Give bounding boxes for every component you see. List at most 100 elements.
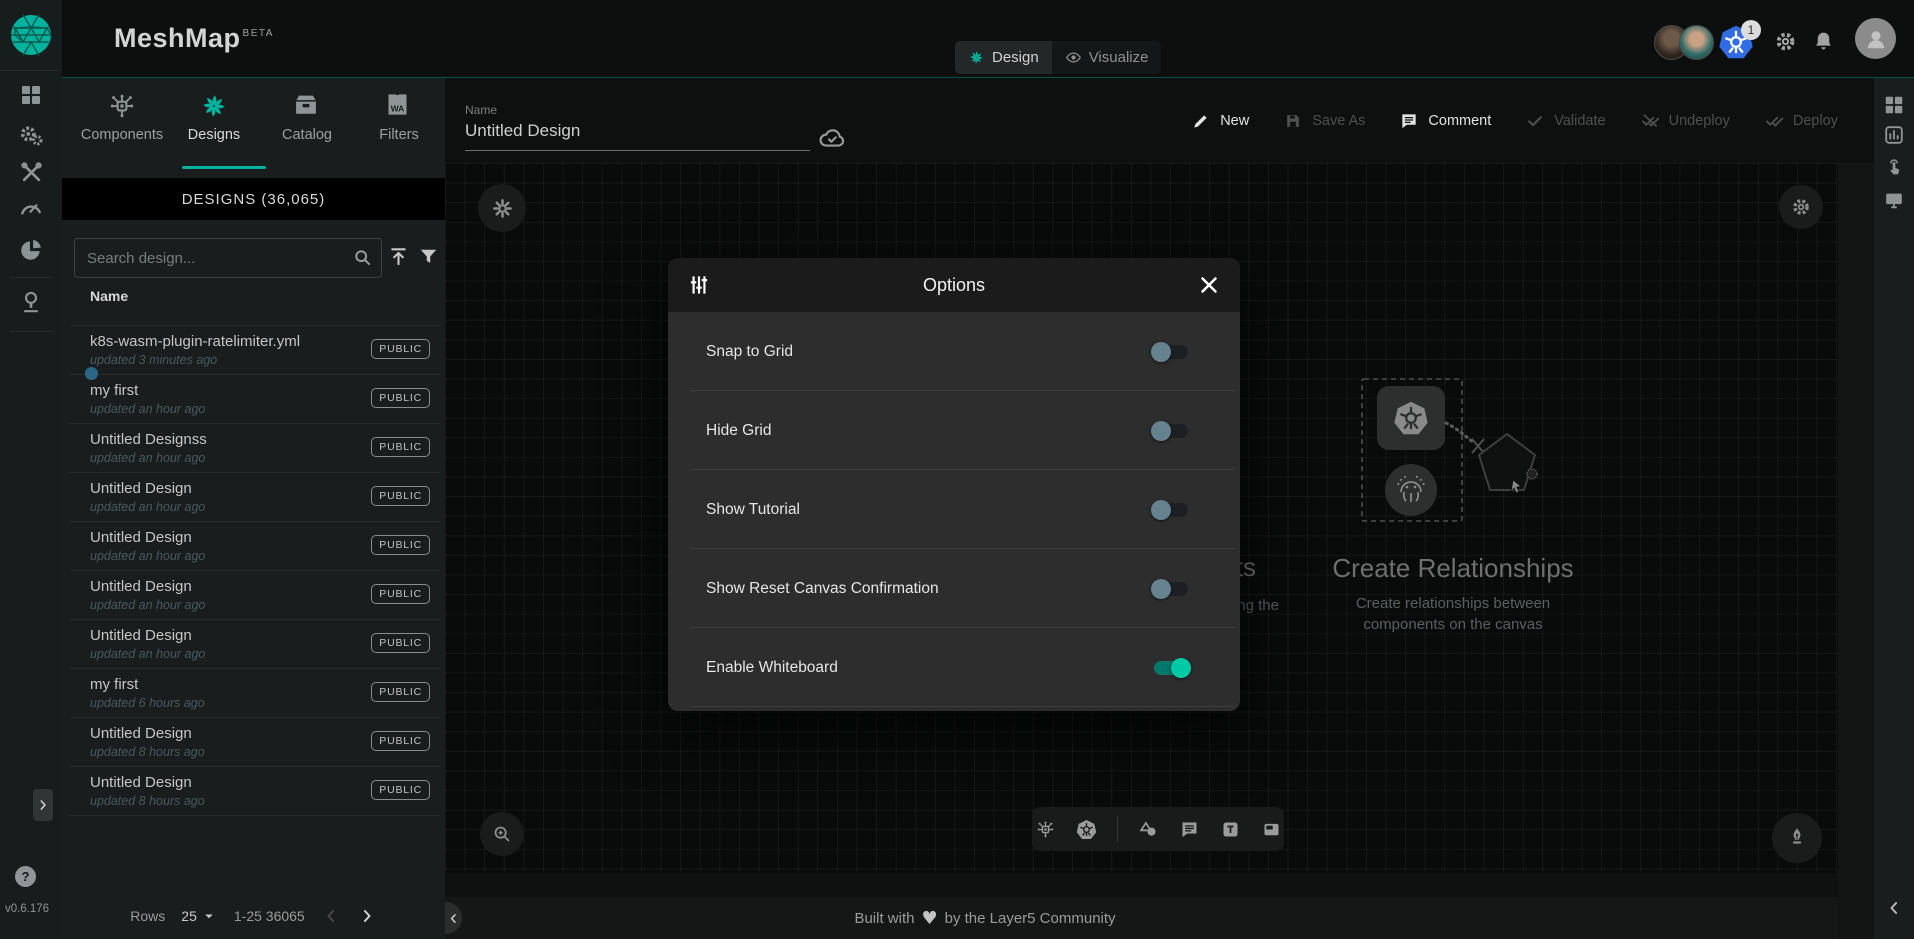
user-avatar[interactable] [1855, 18, 1896, 59]
canvas-dock [1032, 807, 1284, 851]
right-toolbar-touch-button[interactable] [1883, 156, 1905, 178]
design-row[interactable]: Untitled Design updated an hour ago PUBL… [70, 571, 440, 620]
visualize-mode-label: Visualize [1089, 49, 1149, 66]
options-modal-title: Options [712, 275, 1196, 296]
onboarding-heading: Create Relationships [1323, 553, 1583, 584]
tab-visualize-mode[interactable]: Visualize [1052, 41, 1162, 74]
sidebar-item-extensions[interactable] [15, 234, 47, 266]
rows-per-page-label: Rows [130, 908, 165, 924]
layer5-logo[interactable] [0, 0, 62, 71]
canvas-settings-button[interactable] [1779, 185, 1823, 229]
undeploy-icon [1640, 111, 1660, 131]
tab-filters[interactable]: Filters [353, 78, 445, 172]
tab-catalog[interactable]: Catalog [261, 78, 353, 172]
action-label: Comment [1428, 113, 1491, 129]
design-row[interactable]: Untitled Design updated an hour ago PUBL… [70, 620, 440, 669]
pencil-icon [1191, 111, 1211, 131]
design-name-input[interactable] [465, 121, 810, 151]
tab-label: Filters [353, 127, 445, 143]
right-toolbar-chart-button[interactable] [1883, 124, 1905, 146]
validate-button[interactable]: Validate [1525, 111, 1605, 131]
notifications-button[interactable] [1811, 29, 1836, 54]
tab-design-mode[interactable]: Design [955, 41, 1052, 74]
options-modal: Options Snap to Grid Hide Grid Show Tuto… [668, 258, 1240, 711]
collaborator-avatar-2[interactable] [1679, 25, 1714, 60]
design-row[interactable]: Untitled Design updated 8 hours ago PUBL… [70, 718, 440, 767]
tab-designs[interactable]: Designs [168, 78, 260, 172]
sidebar-item-dashboard[interactable] [15, 79, 47, 111]
active-tab-indicator [182, 166, 266, 169]
canvas-toolbar: Name New Save As Comment Validate Undepl… [445, 78, 1874, 163]
import-design-button[interactable] [387, 245, 410, 268]
design-name-label: Name [465, 103, 497, 117]
sidebar-item-meshmap[interactable] [15, 286, 47, 318]
tab-components[interactable]: Components [76, 78, 168, 172]
visibility-badge: PUBLIC [371, 437, 430, 457]
hide-grid-toggle[interactable] [1151, 419, 1191, 443]
deploy-button[interactable]: Deploy [1764, 111, 1838, 131]
column-header-name: Name [90, 288, 128, 304]
visibility-badge: PUBLIC [371, 780, 430, 800]
option-row-show-tutorial: Show Tutorial [668, 470, 1240, 549]
zoom-in-button[interactable] [480, 812, 524, 856]
wasm-filters-icon [384, 91, 414, 121]
design-row[interactable]: Untitled Design updated an hour ago PUBL… [70, 473, 440, 522]
app-footer: Built with ♥ by the Layer5 Community [445, 897, 1838, 939]
dock-kubernetes-button[interactable] [1076, 819, 1097, 840]
option-row-hide-grid: Hide Grid [668, 391, 1240, 470]
visibility-badge: PUBLIC [371, 388, 430, 408]
design-row[interactable]: Untitled Design updated an hour ago PUBL… [70, 522, 440, 571]
filter-button[interactable] [417, 245, 440, 268]
search-input[interactable] [75, 239, 381, 277]
previous-page-button[interactable] [321, 906, 341, 926]
snap-to-grid-toggle[interactable] [1151, 340, 1191, 364]
canvas-config-button[interactable] [478, 184, 526, 232]
show-reset-canvas-confirmation-toggle[interactable] [1151, 577, 1191, 601]
dock-media-button[interactable] [1261, 819, 1282, 840]
left-nav: ? v0.6.176 [0, 0, 62, 939]
comment-button[interactable]: Comment [1399, 111, 1491, 131]
right-toolbar-widgets-button[interactable] [1883, 94, 1905, 116]
design-row[interactable]: k8s-wasm-plugin-ratelimiter.yml updated … [70, 326, 440, 375]
sidebar-item-performance[interactable] [15, 192, 47, 224]
dock-components-button[interactable] [1035, 819, 1056, 840]
help-button[interactable]: ? [15, 866, 36, 887]
right-toolbar-display-button[interactable] [1883, 189, 1905, 211]
design-name: my first [90, 669, 365, 693]
designs-icon [199, 91, 229, 121]
new-button[interactable]: New [1191, 111, 1249, 131]
design-row[interactable]: Untitled Designss updated an hour ago PU… [70, 424, 440, 473]
kubernetes-context-badge: 1 [1741, 20, 1761, 40]
sidebar-item-lifecycle[interactable] [15, 119, 47, 151]
visibility-badge: PUBLIC [371, 535, 430, 555]
search-design-field [74, 238, 382, 278]
design-mode-label: Design [992, 49, 1039, 66]
collapse-panel-button[interactable] [445, 902, 462, 934]
dock-shapes-button[interactable] [1138, 819, 1159, 840]
dock-text-button[interactable] [1220, 819, 1241, 840]
pen-tool-button[interactable] [1772, 813, 1822, 863]
show-tutorial-toggle[interactable] [1151, 498, 1191, 522]
caret-down-icon [200, 907, 218, 925]
design-row[interactable]: my first updated 6 hours ago PUBLIC [70, 669, 440, 718]
collapse-right-toolbar-button[interactable] [1884, 898, 1904, 918]
design-row[interactable]: my first updated an hour ago PUBLIC [70, 375, 440, 424]
enable-whiteboard-toggle[interactable] [1151, 656, 1191, 680]
undeploy-button[interactable]: Undeploy [1640, 111, 1730, 131]
settings-button[interactable] [1773, 29, 1798, 54]
heart-icon: ♥ [921, 908, 937, 929]
design-mode-icon [968, 49, 985, 66]
sidebar-item-configuration[interactable] [15, 156, 47, 188]
save-as-button[interactable]: Save As [1283, 111, 1365, 131]
expand-sidebar-button[interactable] [33, 789, 53, 821]
design-row[interactable]: Untitled Design updated 8 hours ago PUBL… [70, 767, 440, 816]
rows-per-page-select[interactable]: 25 [181, 907, 218, 925]
beta-tag: BETA [243, 28, 274, 39]
check-icon [1525, 111, 1545, 131]
options-modal-header: Options [668, 258, 1240, 312]
action-label: New [1220, 113, 1249, 129]
dock-comment-button[interactable] [1179, 819, 1200, 840]
eye-icon [1065, 49, 1082, 66]
next-page-button[interactable] [357, 906, 377, 926]
close-icon[interactable] [1196, 272, 1222, 298]
